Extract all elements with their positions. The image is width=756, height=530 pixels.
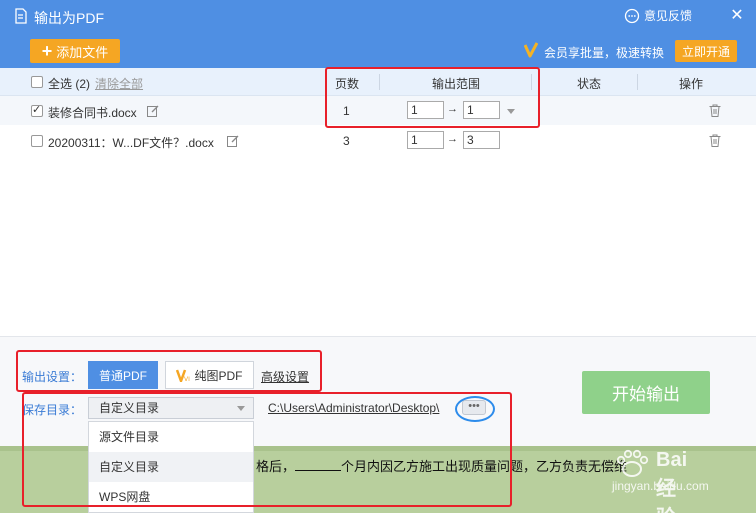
add-file-label: 添加文件 bbox=[56, 44, 109, 60]
document-icon bbox=[15, 8, 27, 24]
trash-icon[interactable] bbox=[709, 104, 721, 117]
add-file-button[interactable]: + 添加文件 bbox=[30, 39, 120, 63]
file-name: 20200311：W...DF文件？.docx bbox=[48, 136, 214, 150]
table-row[interactable]: 20200311：W...DF文件？.docx 3 1 → 3 bbox=[0, 126, 756, 155]
header-divider bbox=[637, 74, 638, 90]
vip-promo-text: 会员享批量，极速转换 bbox=[544, 46, 665, 60]
clear-all-link[interactable]: 清除全部 bbox=[95, 75, 143, 92]
vip-crown-icon bbox=[524, 42, 538, 58]
page-count: 3 bbox=[343, 134, 350, 148]
annotation-box-output-settings bbox=[16, 350, 322, 392]
row-checkbox[interactable] bbox=[31, 103, 43, 117]
range-to-input[interactable]: 3 bbox=[463, 131, 500, 149]
close-icon[interactable]: ✕ bbox=[728, 5, 746, 25]
range-arrow: → bbox=[447, 133, 458, 145]
select-all-checkbox[interactable] bbox=[31, 76, 43, 88]
toolbar: + 添加文件 会员享批量，极速转换 立即开通 bbox=[0, 34, 756, 68]
chat-bubble-icon bbox=[624, 8, 640, 23]
window-title: 输出为PDF bbox=[34, 10, 104, 26]
trash-icon[interactable] bbox=[709, 134, 721, 147]
annotation-box-save-dir bbox=[22, 392, 512, 507]
watermark-url: jingyan.baidu.com bbox=[612, 479, 709, 493]
annotation-box-range bbox=[325, 67, 540, 128]
edit-icon[interactable] bbox=[227, 135, 239, 147]
open-vip-button[interactable]: 立即开通 bbox=[675, 40, 737, 62]
start-output-button[interactable]: 开始输出 bbox=[582, 371, 710, 414]
header-status: 状态 bbox=[577, 77, 602, 91]
header-action: 操作 bbox=[679, 77, 704, 91]
feedback-label: 意见反馈 bbox=[644, 9, 693, 23]
edit-icon[interactable] bbox=[147, 105, 159, 117]
title-bar: 输出为PDF 意见反馈 ✕ bbox=[0, 0, 756, 34]
paw-logo-icon bbox=[616, 449, 649, 477]
row-checkbox[interactable] bbox=[31, 135, 43, 147]
file-name: 装修合同书.docx bbox=[48, 106, 137, 120]
plus-icon: + bbox=[41, 41, 53, 61]
range-from-input[interactable]: 1 bbox=[407, 131, 444, 149]
feedback-link[interactable]: 意见反馈 bbox=[624, 7, 692, 24]
select-all-label: 全选 (2) bbox=[48, 77, 91, 91]
